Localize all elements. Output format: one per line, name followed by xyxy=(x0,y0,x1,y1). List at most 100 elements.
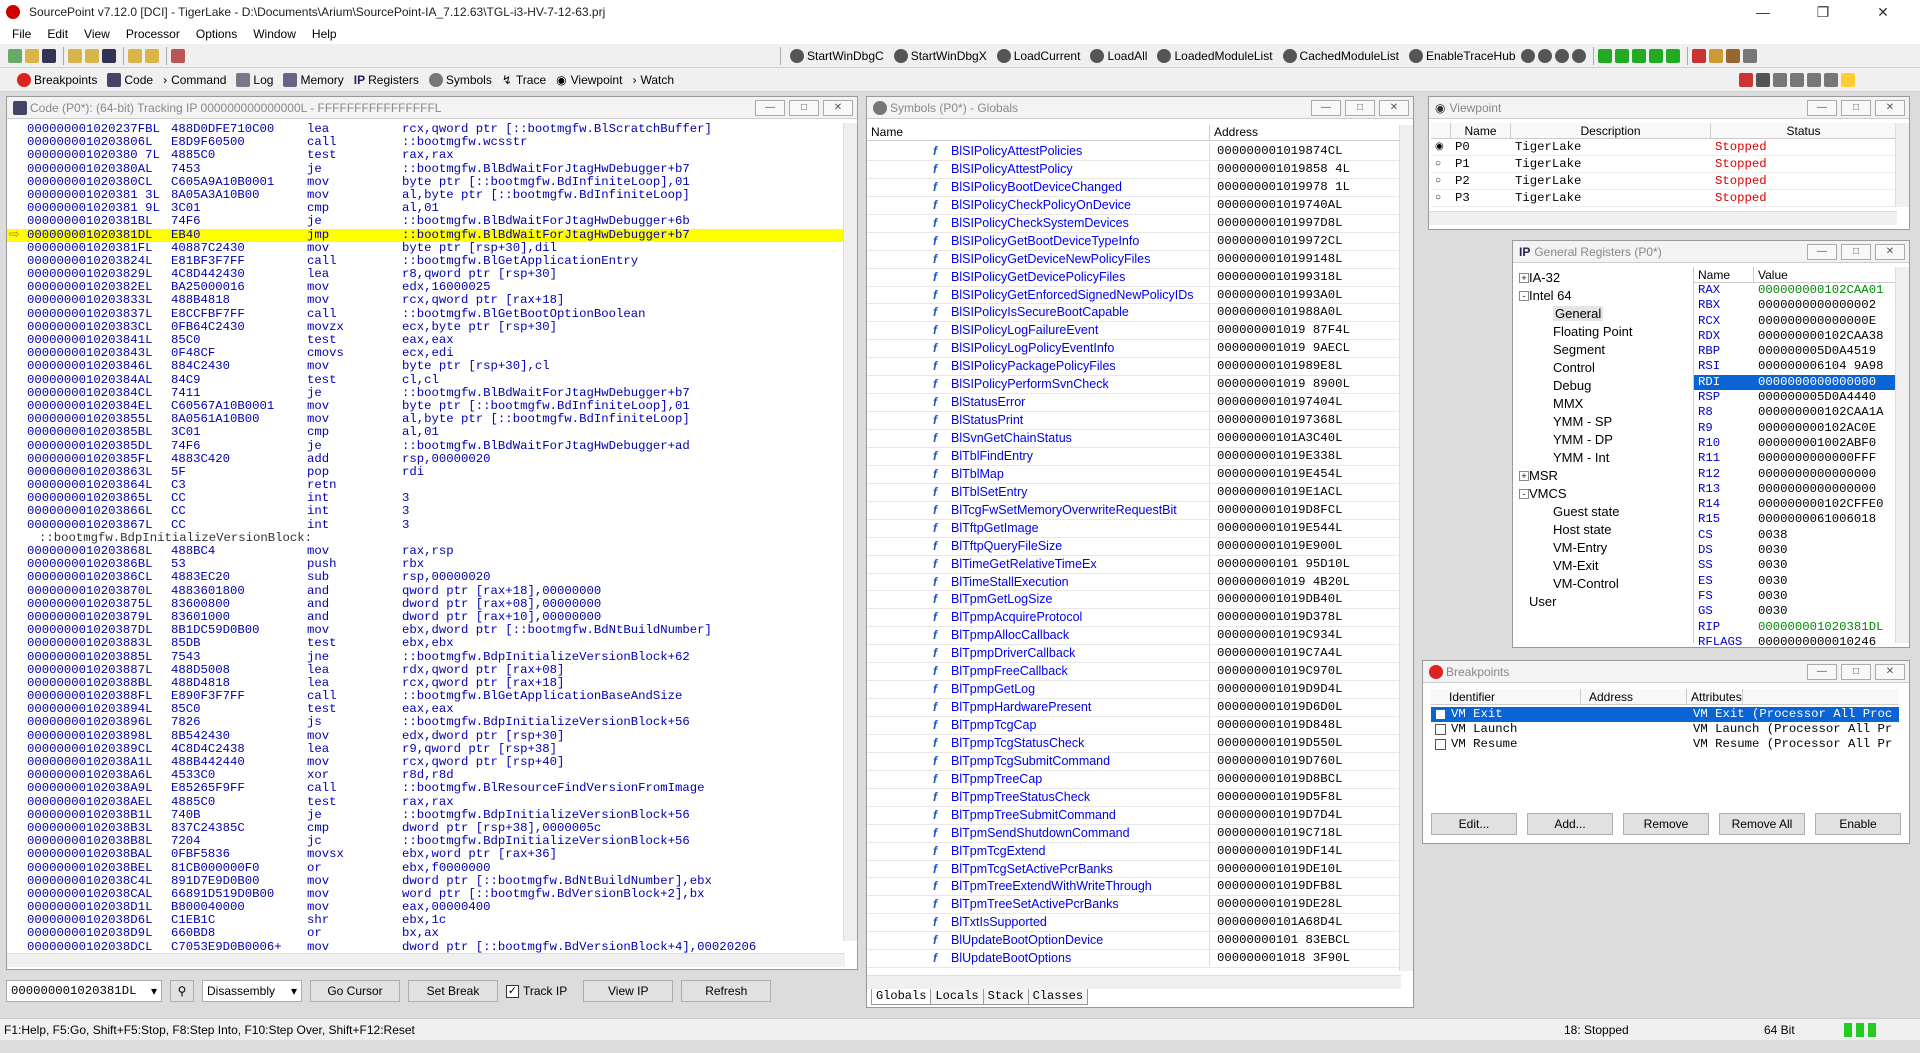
breakpoints-col-identifier[interactable]: Identifier xyxy=(1431,689,1581,704)
code-line[interactable]: 000000001020385DL 74F6 je::bootmgfw.BlBdWa… xyxy=(7,439,845,453)
register-tree-node[interactable]: VM-Entry xyxy=(1517,539,1691,557)
breakpoints-maximize-button[interactable]: □ xyxy=(1841,664,1871,680)
breakpoints-window-button[interactable]: Breakpoints xyxy=(12,70,102,90)
chip3-icon[interactable] xyxy=(1725,48,1740,63)
register-tree-node[interactable]: Debug xyxy=(1517,377,1691,395)
symbol-row[interactable]: f BlTxtIsSupported 00000000101A68D4L xyxy=(867,914,1401,933)
tile-icon[interactable] xyxy=(1739,72,1754,87)
register-row[interactable]: ES 0030 xyxy=(1694,574,1897,589)
register-col-name[interactable]: Name xyxy=(1694,267,1754,282)
register-tree-node[interactable]: Floating Point xyxy=(1517,323,1691,341)
code-line[interactable]: 00000000102038AEL 4885C0 test rax,rax xyxy=(7,795,845,809)
breakpoints-minimize-button[interactable]: — xyxy=(1807,664,1837,680)
register-tree-node[interactable]: MMX xyxy=(1517,395,1691,413)
loaded-module-list-button[interactable]: LoadedModuleList xyxy=(1152,46,1277,66)
viewpoint-col-name[interactable]: Name xyxy=(1451,123,1511,138)
register-row[interactable]: RCX 000000000000000E xyxy=(1694,314,1897,329)
symbol-row[interactable]: f BlSIPolicyGetBootDeviceTypeInfo 00000000… xyxy=(867,232,1401,251)
code-minimize-button[interactable]: — xyxy=(755,100,785,116)
register-tree-node[interactable]: YMM - DP xyxy=(1517,431,1691,449)
folder2-icon[interactable] xyxy=(145,48,159,63)
code-line[interactable]: 0000000010203875L 83600800 and dword ptr [r… xyxy=(7,597,845,611)
viewpoint-minimize-button[interactable]: — xyxy=(1807,100,1837,116)
register-row[interactable]: RAX 000000000102CAA01 xyxy=(1694,283,1897,298)
symbol-row[interactable]: f BlTpmTreeSetActivePcrBanks 000000001019D… xyxy=(867,896,1401,915)
viewpoint-window-button[interactable]: ◉ Viewpoint xyxy=(551,70,627,90)
code-line[interactable]: 0000000010203870L 4883601800 and qword ptr … xyxy=(7,584,845,598)
chip4-icon[interactable] xyxy=(1742,48,1757,63)
symbols-col-address[interactable]: Address xyxy=(1210,125,1400,140)
start-windbgc-button[interactable]: StartWinDbgC xyxy=(785,46,889,66)
code-line[interactable]: 0000000010203866L CC int 3 xyxy=(7,505,845,518)
go-cursor-button[interactable]: Go Cursor xyxy=(310,980,400,1002)
load-current-button[interactable]: LoadCurrent xyxy=(992,46,1086,66)
code-line[interactable]: 000000001020381FL 40887C2430 mov byte ptr [… xyxy=(7,241,845,255)
layout-icon[interactable] xyxy=(1790,72,1805,87)
track-ip-checkbox[interactable]: ✓ Track IP xyxy=(506,984,567,998)
symbol-row[interactable]: f BlTpmGetLogSize 000000001019DB40L xyxy=(867,591,1401,610)
dock-icon[interactable] xyxy=(1773,72,1788,87)
symbol-row[interactable]: f BlSIPolicyIsSecureBootCapable 0000000010… xyxy=(867,304,1401,323)
code-line[interactable]: 00000000102038DCL C7053E9D0B0006+ mov dword… xyxy=(7,940,845,954)
register-row[interactable]: R11 0000000000000FFF xyxy=(1694,451,1897,466)
macro4-icon[interactable] xyxy=(1571,48,1586,63)
symbols-list[interactable]: f BlSIPolicyAttestPolicies 000000001019874… xyxy=(867,143,1401,971)
symbol-row[interactable]: f BlSIPolicyGetDevicePolicyFiles 000000001… xyxy=(867,268,1401,287)
macro-icon[interactable] xyxy=(1520,48,1535,63)
code-line[interactable]: 000000001020380CL C605A9A10B0001 mov byte p… xyxy=(7,175,845,189)
breakpoint-row[interactable]: VM Resume VM Resume (Processor All Pr xyxy=(1431,737,1899,752)
start-windbgx-button[interactable]: StartWinDbgX xyxy=(889,46,992,66)
code-window-button[interactable]: Code xyxy=(102,70,158,90)
code-line[interactable]: 000000001020386CL 4883EC20 sub rsp,00000020 xyxy=(7,571,845,584)
symbol-row[interactable]: f BlTblMap 000000001019E454L xyxy=(867,465,1401,484)
macro2-icon[interactable] xyxy=(1537,48,1552,63)
symbol-row[interactable]: f BlSIPolicyBootDeviceChanged 000000001019… xyxy=(867,178,1401,197)
register-row[interactable]: R12 0000000000000000 xyxy=(1694,467,1897,482)
symbol-row[interactable]: f BlSIPolicyPackagePolicyFiles 00000000101… xyxy=(867,358,1401,377)
code-line[interactable]: 000000001020381BL 74F6 je::bootmgfw.BlBdWa… xyxy=(7,215,845,228)
maximize-button[interactable]: ❐ xyxy=(1800,0,1846,24)
register-row[interactable]: GS 0030 xyxy=(1694,604,1897,619)
register-tree-node[interactable]: - VMCS xyxy=(1517,485,1691,503)
breakpoints-col-attributes[interactable]: Attributes xyxy=(1687,689,1743,704)
registers-window-button[interactable]: IP Registers xyxy=(349,70,424,90)
symbol-row[interactable]: f BlTpmTcgSetActivePcrBanks 000000001019DE… xyxy=(867,860,1401,879)
symbol-row[interactable]: f BlTpmpAcquireProtocol 000000001019D378L xyxy=(867,609,1401,628)
symbol-row[interactable]: f BlTimeStallExecution 000000001019 4B20L xyxy=(867,573,1401,592)
tab-stack[interactable]: Stack xyxy=(982,989,1029,1005)
register-row[interactable]: RDX 000000000102CAA38 xyxy=(1694,329,1897,344)
viewpoint-vertical-scrollbar[interactable] xyxy=(1895,123,1909,207)
radio-icon[interactable]: ○ xyxy=(1431,156,1451,172)
layout2-icon[interactable] xyxy=(1807,72,1822,87)
register-row[interactable]: DS 0030 xyxy=(1694,543,1897,558)
print-icon[interactable] xyxy=(171,48,185,63)
remove-breakpoint-button[interactable]: Remove xyxy=(1623,813,1709,835)
code-line[interactable]: 000000001020384CL 7411 je::bootmgfw.BlBdWa… xyxy=(7,386,845,400)
symbol-row[interactable]: f BlTcgFwSetMemoryOverwriteRequestBit 0000… xyxy=(867,501,1401,520)
symbol-row[interactable]: f BlSIPolicyGetDeviceNewPolicyFiles 000000… xyxy=(867,250,1401,269)
code-line[interactable]: 0000000010203898L 8B542430 mov edx,dword pt… xyxy=(7,729,845,743)
code-horizontal-scrollbar[interactable] xyxy=(7,953,845,967)
register-col-value[interactable]: Value xyxy=(1754,267,1788,282)
register-row[interactable]: FS 0030 xyxy=(1694,589,1897,604)
code-close-button[interactable]: ✕ xyxy=(823,100,853,116)
register-tree-node[interactable]: Segment xyxy=(1517,341,1691,359)
disassembly-view[interactable]: 000000001020237FBL 488D0DFE710C00 lea rcx,q… xyxy=(7,123,845,1053)
trace-window-button[interactable]: ↯ Trace xyxy=(497,70,551,90)
code-maximize-button[interactable]: □ xyxy=(789,100,819,116)
symbol-row[interactable]: f BlTpmTcgExtend 000000001019DF14L xyxy=(867,842,1401,861)
code-line[interactable]: 00000000102038C4L 891D7E9D0B00 mov dword pt… xyxy=(7,874,845,888)
symbol-row[interactable]: f BlTpmpFreeCallback 000000001019C970L xyxy=(867,663,1401,682)
register-row[interactable]: RSI 000000006104 9A98 xyxy=(1694,359,1897,374)
register-tree-node[interactable]: VM-Exit xyxy=(1517,557,1691,575)
viewpoint-row[interactable]: ◉ P0 TigerLake Stopped xyxy=(1431,139,1897,156)
code-line[interactable]: 00000000102038A9L E85265F9FF call::bootmgf… xyxy=(7,782,845,795)
cascade-icon[interactable] xyxy=(1756,72,1771,87)
symbol-row[interactable]: f BlTpmpTreeSubmitCommand 000000001019D7D4… xyxy=(867,806,1401,825)
symbol-row[interactable]: f BlSIPolicyAttestPolicy 000000001019858 4… xyxy=(867,160,1401,179)
menu-edit[interactable]: Edit xyxy=(39,27,76,41)
register-row[interactable]: R14 000000000102CFFE0 xyxy=(1694,497,1897,512)
symbol-row[interactable]: f BlTpmSendShutdownCommand 000000001019C71… xyxy=(867,824,1401,843)
memory-window-button[interactable]: Memory xyxy=(278,70,348,90)
register-row[interactable]: R13 0000000000000000 xyxy=(1694,482,1897,497)
